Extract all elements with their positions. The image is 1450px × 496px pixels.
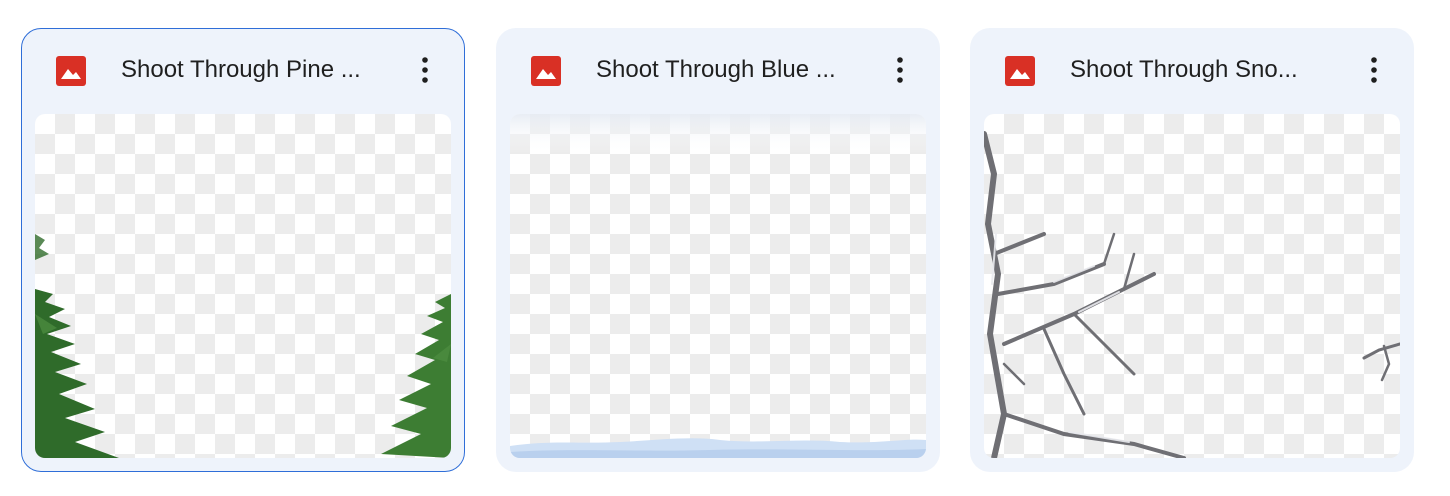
- file-card-header: Shoot Through Blue ...: [496, 28, 940, 112]
- image-file-icon: [56, 56, 86, 86]
- more-options-button[interactable]: [880, 50, 920, 90]
- file-card-pine[interactable]: Shoot Through Pine ...: [21, 28, 465, 472]
- file-card-blue[interactable]: Shoot Through Blue ...: [496, 28, 940, 472]
- file-card-header: Shoot Through Sno...: [970, 28, 1414, 112]
- more-options-button[interactable]: [405, 50, 445, 90]
- file-thumbnail[interactable]: [984, 114, 1400, 458]
- file-title[interactable]: Shoot Through Sno...: [1070, 53, 1340, 87]
- more-options-button[interactable]: [1354, 50, 1394, 90]
- file-title[interactable]: Shoot Through Blue ...: [596, 53, 866, 87]
- snowy-branches-image: [984, 131, 1400, 458]
- image-file-icon: [531, 56, 561, 86]
- more-vert-icon: [1371, 57, 1377, 83]
- file-thumbnail[interactable]: [510, 114, 926, 458]
- more-vert-icon: [422, 57, 428, 83]
- more-vert-icon: [897, 57, 903, 83]
- file-title[interactable]: Shoot Through Pine ...: [121, 53, 391, 87]
- file-card-header: Shoot Through Pine ...: [22, 29, 464, 113]
- file-card-snow[interactable]: Shoot Through Sno...: [970, 28, 1414, 472]
- file-thumbnail[interactable]: [35, 114, 451, 458]
- blue-snow-image: [510, 114, 926, 458]
- image-file-icon: [1005, 56, 1035, 86]
- pine-branches-image: [35, 234, 451, 458]
- file-grid: Shoot Through Pine ... Shoot Through Blu…: [0, 0, 1450, 496]
